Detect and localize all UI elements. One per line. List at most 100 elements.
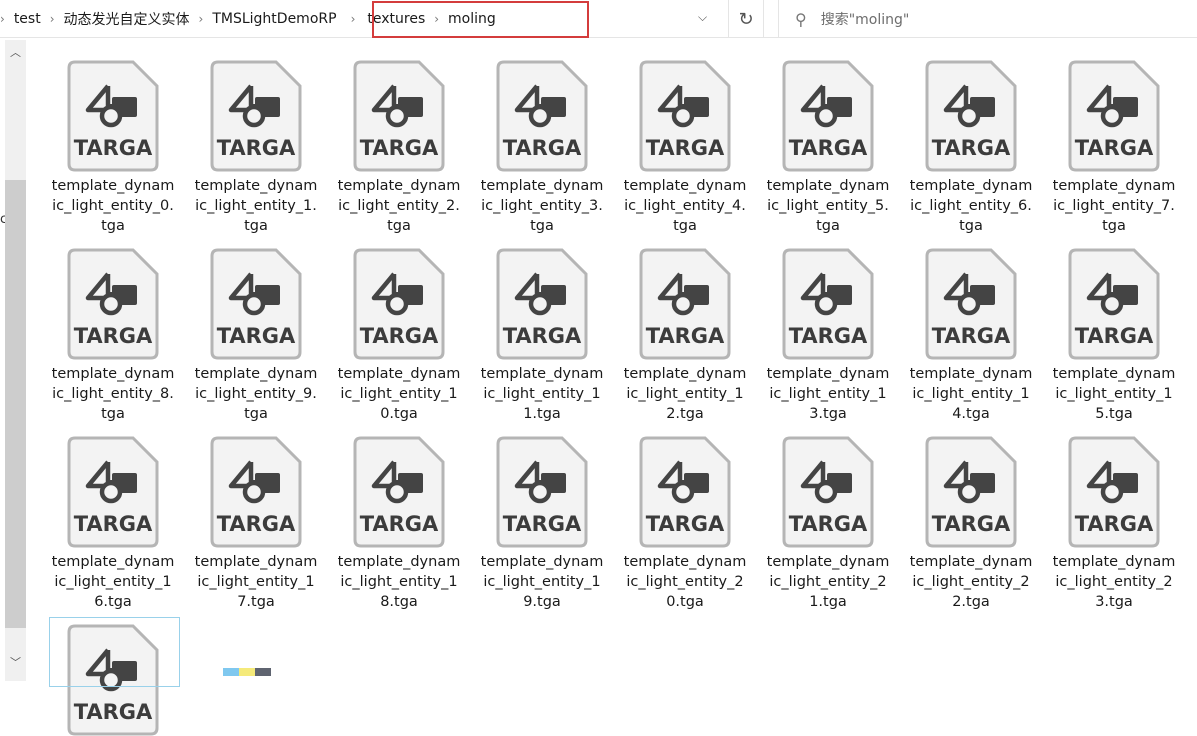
icon-label: TARGA: [217, 136, 296, 160]
icon-label: TARGA: [932, 512, 1011, 536]
icon-label: TARGA: [217, 324, 296, 348]
icon-label: TARGA: [646, 136, 725, 160]
icon-label: TARGA: [360, 136, 439, 160]
file-item[interactable]: TARGA template_dynamic_light_entity_6.tga: [906, 60, 1036, 236]
file-name: template_dynamic_light_entity_13.tga: [766, 366, 890, 422]
file-item[interactable]: TARGA template_dynamic_light_entity_19.tg…: [477, 436, 607, 612]
file-item[interactable]: TARGA template_dynamic_light_entity_11.tg…: [477, 248, 607, 424]
image-thumbnail: [223, 668, 271, 676]
chevron-icon: ›: [0, 12, 5, 26]
targa-file-icon: TARGA: [782, 248, 874, 360]
file-item[interactable]: TARGA template_dynamic_light_entity_21.tg…: [763, 436, 893, 612]
file-name: template_dynamic_light_entity_12.tga: [623, 366, 747, 422]
highlight-box: [372, 1, 589, 38]
targa-file-icon: TARGA: [67, 436, 159, 548]
file-name: template_dynamic_light_entity_21.tga: [766, 554, 890, 610]
file-name: template_dynamic_light_entity_8.tga: [51, 366, 175, 422]
icon-label: TARGA: [503, 512, 582, 536]
address-bar[interactable]: › test › 动态发光自定义实体 › TMSLightDemoRP › te…: [0, 0, 727, 38]
targa-file-icon: TARGA: [353, 248, 445, 360]
file-item[interactable]: TARGA template_dynamic_light_entity_3.tga: [477, 60, 607, 236]
targa-file-icon: TARGA: [496, 60, 588, 172]
file-name: template_dynamic_light_entity_17.tga: [194, 554, 318, 610]
icon-label: TARGA: [646, 324, 725, 348]
file-item[interactable]: TARGA template_dynamic_light_entity_4.tga: [620, 60, 750, 236]
breadcrumb-item[interactable]: 动态发光自定义实体: [64, 9, 190, 29]
icon-label: TARGA: [1075, 324, 1154, 348]
file-item[interactable]: TARGA template_dynamic_light_entity_14.tg…: [906, 248, 1036, 424]
search-icon: ⚲: [795, 9, 807, 29]
file-name: template_dynamic_light_entity_1.tga: [194, 178, 318, 234]
targa-file-icon: TARGA: [639, 436, 731, 548]
file-item[interactable]: TARGA template_dynamic_light_entity_2.tga: [334, 60, 464, 236]
icon-label: TARGA: [1075, 136, 1154, 160]
file-item[interactable]: TARGA template_dynamic_light_entity_22.tg…: [906, 436, 1036, 612]
file-name: template_dynamic_light_entity_5.tga: [766, 178, 890, 234]
file-name: template_dynamic_light_entity_7.tga: [1052, 178, 1176, 234]
file-item[interactable]: TARGA template_dynamic_light_entity_7.tga: [1049, 60, 1179, 236]
icon-label: TARGA: [932, 136, 1011, 160]
file-name: template_dynamic_light_entity_22.tga: [909, 554, 1033, 610]
toolbar: › test › 动态发光自定义实体 › TMSLightDemoRP › te…: [0, 0, 1197, 38]
file-name: template_dynamic_light_entity_3.tga: [480, 178, 604, 234]
breadcrumb-item[interactable]: test: [14, 11, 41, 27]
search-box[interactable]: ⚲ 搜索"moling": [778, 0, 1197, 38]
file-item[interactable]: TARGA template_dynamic_light_entity_0.tga: [48, 60, 178, 236]
targa-file-icon: TARGA: [782, 60, 874, 172]
file-name: template_dynamic_light_entity_23.tga: [1052, 554, 1176, 610]
scroll-up-icon[interactable]: ︿: [5, 44, 26, 64]
search-input[interactable]: 搜索"moling": [821, 9, 910, 29]
file-name: template_dynamic_light_entity_14.tga: [909, 366, 1033, 422]
file-item[interactable]: TARGA template_dynamic_light_entity_17.tg…: [191, 436, 321, 612]
file-item[interactable]: TARGA template_dynamic_light_entity_18.tg…: [334, 436, 464, 612]
scrollbar[interactable]: ︿ ﹀: [5, 40, 26, 681]
icon-label: TARGA: [1075, 512, 1154, 536]
file-name: template_dynamic_light_entity_16.tga: [51, 554, 175, 610]
chevron-icon: ›: [350, 12, 356, 26]
refresh-icon[interactable]: ↻: [728, 0, 764, 38]
file-item[interactable]: TARGA template_dynamic_light_entity_5.tga: [763, 60, 893, 236]
targa-file-icon: TARGA: [210, 248, 302, 360]
file-name: template_dynamic_light_entity_2.tga: [337, 178, 461, 234]
file-item[interactable]: TARGA template_dynamic_light_entity_10.tg…: [334, 248, 464, 424]
file-item[interactable]: TARGA template_dynamic_light_entity_23.tg…: [1049, 436, 1179, 612]
file-name: template_dynamic_light_entity_18.tga: [337, 554, 461, 610]
targa-file-icon: TARGA: [925, 60, 1017, 172]
file-item[interactable]: TARGA template_dynamic_light_entity_13.tg…: [763, 248, 893, 424]
targa-file-icon: TARGA: [496, 436, 588, 548]
file-name: template_dynamic_light_entity_20.tga: [623, 554, 747, 610]
icon-label: TARGA: [932, 324, 1011, 348]
file-item[interactable]: TARGA template_dynamic_light_entity_1.tga: [191, 60, 321, 236]
chevron-icon: ›: [49, 12, 55, 26]
targa-file-icon: TARGA: [925, 436, 1017, 548]
icon-label: TARGA: [74, 512, 153, 536]
icon-label: TARGA: [789, 512, 868, 536]
breadcrumb-item[interactable]: TMSLightDemoRP: [212, 11, 336, 27]
file-item[interactable]: TARGA template_dynamic_light_entity_16.tg…: [48, 436, 178, 612]
selected-item-frame[interactable]: [49, 617, 180, 687]
file-item[interactable]: TARGA template_dynamic_light_entity_20.tg…: [620, 436, 750, 612]
targa-file-icon: TARGA: [1068, 60, 1160, 172]
targa-file-icon: TARGA: [67, 60, 159, 172]
file-item[interactable]: TARGA template_dynamic_light_entity_12.tg…: [620, 248, 750, 424]
chevron-down-icon[interactable]: ⌵: [698, 10, 707, 25]
targa-file-icon: TARGA: [67, 248, 159, 360]
file-item[interactable]: TARGA template_dynamic_light_entity_9.tga: [191, 248, 321, 424]
icon-label: TARGA: [360, 324, 439, 348]
file-item[interactable]: TARGA template_dynamic_light_entity_15.tg…: [1049, 248, 1179, 424]
file-item[interactable]: TARGA template_dynamic_light_entity_8.tga: [48, 248, 178, 424]
icon-label: TARGA: [503, 136, 582, 160]
file-name: template_dynamic_light_entity_10.tga: [337, 366, 461, 422]
targa-file-icon: TARGA: [639, 248, 731, 360]
scrollbar-thumb[interactable]: [5, 180, 26, 628]
file-name: template_dynamic_light_entity_11.tga: [480, 366, 604, 422]
targa-file-icon: TARGA: [1068, 436, 1160, 548]
icon-label: TARGA: [789, 324, 868, 348]
icon-label: TARGA: [503, 324, 582, 348]
file-name: template_dynamic_light_entity_6.tga: [909, 178, 1033, 234]
icon-label: TARGA: [74, 324, 153, 348]
targa-file-icon: TARGA: [496, 248, 588, 360]
scroll-down-icon[interactable]: ﹀: [5, 654, 26, 674]
targa-file-icon: TARGA: [639, 60, 731, 172]
file-name: template_dynamic_light_entity_0.tga: [51, 178, 175, 234]
